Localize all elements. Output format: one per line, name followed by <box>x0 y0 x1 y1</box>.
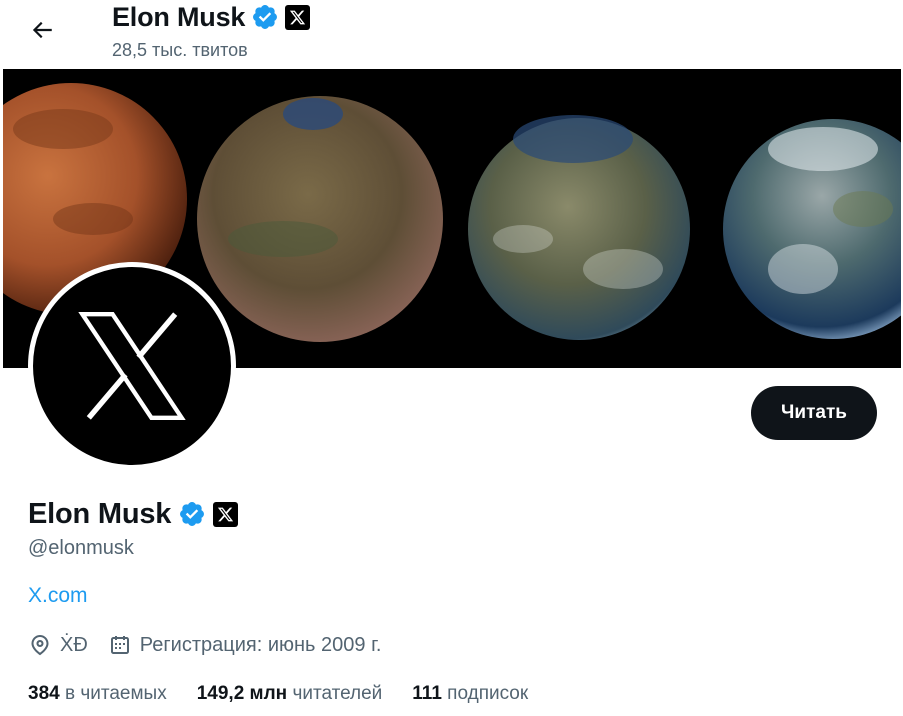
header-name-row: Elon Musk <box>112 0 311 34</box>
following-label: в читаемых <box>64 683 167 704</box>
calendar-icon <box>110 636 129 654</box>
profile-join-date: Регистрация: июнь 2009 г. <box>108 633 382 657</box>
followers-count: 149,2 млн <box>196 683 288 704</box>
verified-badge-icon[interactable] <box>178 500 206 528</box>
tweet-count: 28,5 тыс. твитов <box>112 40 248 60</box>
location-text: ẊĐ <box>60 633 88 656</box>
profile-website-link[interactable]: X.com <box>28 584 88 608</box>
x-logo-icon[interactable] <box>213 501 239 527</box>
following-stat[interactable]: 384 в читаемых <box>28 683 167 705</box>
follow-button[interactable]: Читать <box>751 386 877 440</box>
following-count: 384 <box>28 683 60 704</box>
subscriptions-stat[interactable]: 111 подписок <box>412 683 528 705</box>
profile-name-row: Elon Musk <box>28 494 239 534</box>
profile-location: ẊĐ <box>28 633 88 657</box>
profile-name: Elon Musk <box>28 497 172 530</box>
verified-badge-icon <box>253 5 278 29</box>
profile-meta-row: ẊĐ Регистрация: июнь 2009 г. <box>28 631 401 659</box>
subscriptions-count: 111 <box>412 683 442 704</box>
back-button[interactable] <box>22 10 62 50</box>
followers-stat[interactable]: 149,2 млн читателей <box>197 683 383 705</box>
profile-header-bar: Elon Musk 28,5 тыс. твитов <box>0 0 903 68</box>
followers-label: читателей <box>292 683 383 704</box>
profile-avatar[interactable] <box>28 262 236 470</box>
map-pin-icon <box>31 635 49 656</box>
subscriptions-label: подписок <box>447 683 529 704</box>
join-date-text: Регистрация: июнь 2009 г. <box>139 633 382 656</box>
x-logo-icon <box>285 4 311 30</box>
header-name: Elon Musk <box>112 1 246 32</box>
x-logo-icon <box>78 312 186 420</box>
profile-handle: @elonmusk <box>28 537 134 559</box>
arrow-left-icon <box>32 21 52 39</box>
profile-stats-row: 384 в читаемых 149,2 млн читателей 111 п… <box>28 681 558 707</box>
